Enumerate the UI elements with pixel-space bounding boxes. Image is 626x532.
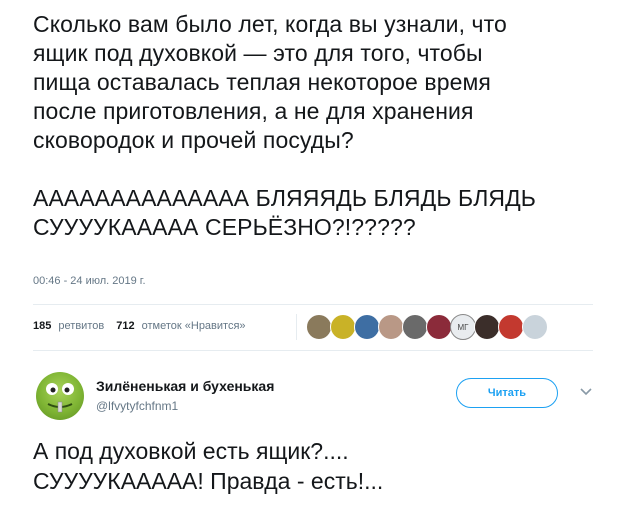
liker-avatar[interactable] <box>522 314 548 340</box>
divider-top <box>33 304 593 305</box>
tweet-text-paragraph-2: АААААААААААААА БЛЯЯЯДЬ БЛЯДЬ БЛЯДЬ СУУУУ… <box>33 185 536 240</box>
liker-avatar-label: МГ <box>457 322 469 332</box>
divider-bottom <box>33 350 593 351</box>
tweet-timestamp[interactable]: 00:46 - 24 июл. 2019 г. <box>33 275 146 287</box>
frog-avatar-icon <box>46 383 74 413</box>
tweet-body: Сколько вам было лет, когда вы узнали, ч… <box>33 10 603 242</box>
liker-avatar[interactable]: МГ <box>450 314 476 340</box>
liker-avatar[interactable] <box>402 314 428 340</box>
liker-avatar[interactable] <box>474 314 500 340</box>
likers-avatars: МГ <box>306 314 548 340</box>
likes-label: отметок «Нравится» <box>141 320 246 332</box>
retweets-stat[interactable]: 185 ретвитов <box>33 320 104 332</box>
tweet-stats: 185 ретвитов 712 отметок «Нравится» <box>33 320 258 332</box>
retweets-label: ретвитов <box>58 320 105 332</box>
likes-count: 712 <box>116 320 135 332</box>
follow-button[interactable]: Читать <box>456 378 558 408</box>
tweet-text-paragraph-1: Сколько вам было лет, когда вы узнали, ч… <box>33 11 507 153</box>
liker-avatar[interactable] <box>498 314 524 340</box>
liker-avatar[interactable] <box>426 314 452 340</box>
liker-avatar[interactable] <box>306 314 332 340</box>
reply-author-handle[interactable]: @lfvytyfchfnm1 <box>96 399 178 413</box>
likes-stat[interactable]: 712 отметок «Нравится» <box>116 320 245 332</box>
retweets-count: 185 <box>33 320 52 332</box>
liker-avatar[interactable] <box>330 314 356 340</box>
reply-text: А под духовкой есть ящик?.... СУУУУКАААА… <box>33 438 384 494</box>
chevron-down-icon[interactable] <box>578 384 594 400</box>
reply-author-name[interactable]: Зилёненькая и бухенькая <box>96 378 274 394</box>
stats-separator <box>296 314 297 340</box>
liker-avatar[interactable] <box>378 314 404 340</box>
liker-avatar[interactable] <box>354 314 380 340</box>
reply-avatar[interactable] <box>36 372 84 420</box>
